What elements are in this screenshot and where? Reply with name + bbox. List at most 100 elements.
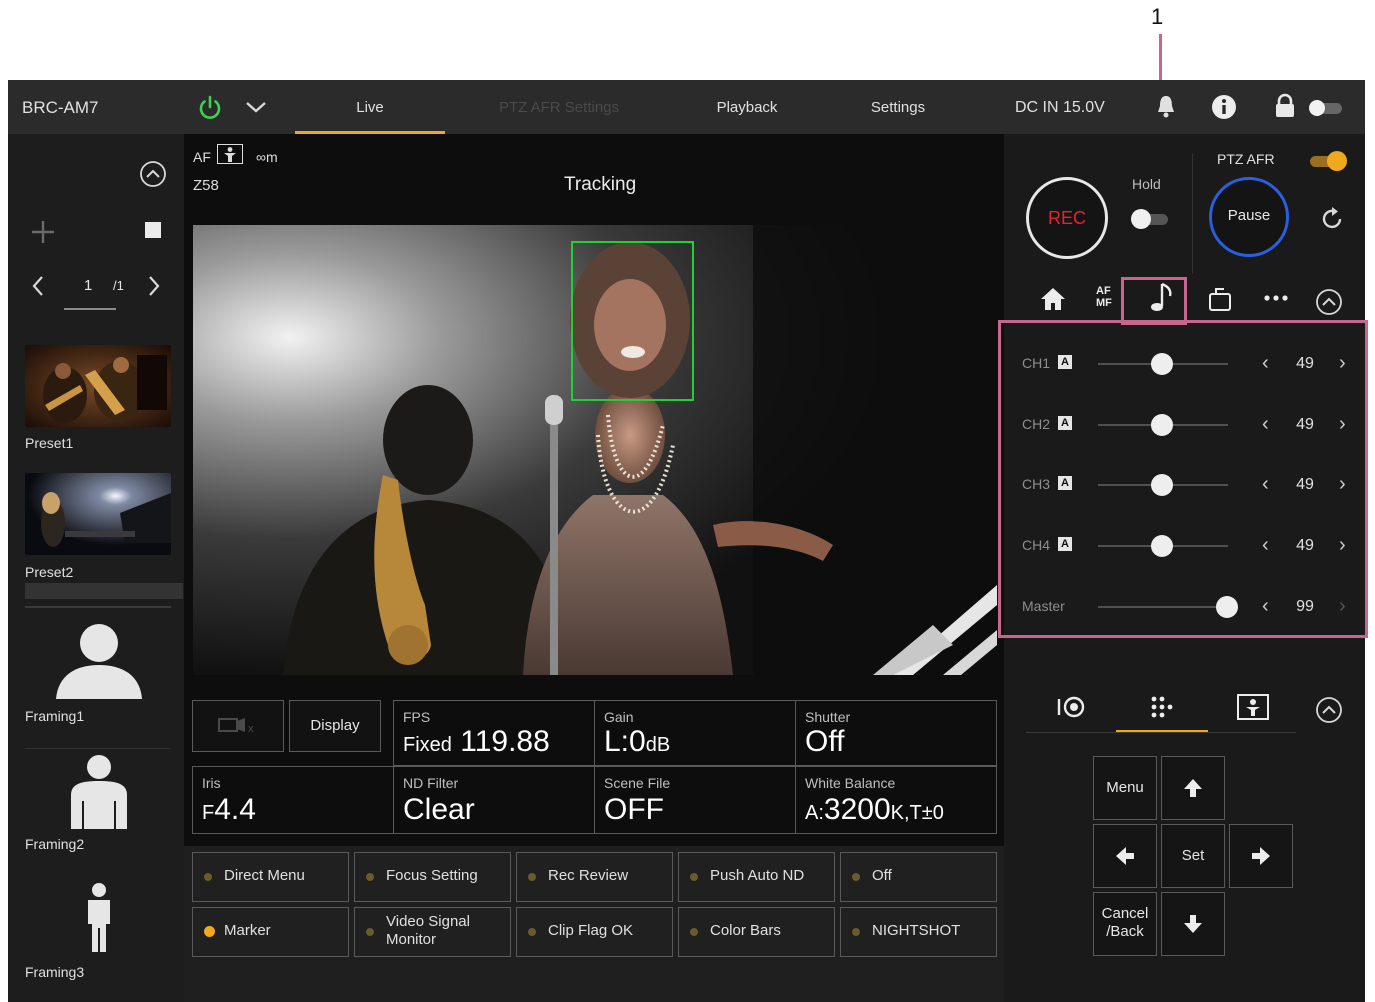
right-button[interactable] [1229,824,1293,888]
bell-icon[interactable] [1155,94,1177,120]
iris-cell[interactable]: Iris F4.4 [192,766,394,834]
lock-toggle-switch[interactable] [1306,97,1346,119]
camera-image[interactable] [193,225,997,675]
ch4-increment-icon[interactable]: › [1339,534,1346,557]
pause-button[interactable]: Pause [1209,177,1289,257]
marker-button[interactable]: Marker [192,907,349,957]
info-icon[interactable] [1210,93,1238,121]
af-mf-icon[interactable]: AF MF [1096,285,1118,309]
zoom-position: Z58 [193,177,219,194]
fps-cell[interactable]: FPS Fixed 119.88 [393,700,595,766]
set-button[interactable]: Set [1161,824,1225,888]
push-auto-nd-button[interactable]: Push Auto ND [678,852,835,902]
framing3-icon[interactable] [85,882,113,952]
ch4-slider-handle[interactable] [1150,535,1173,557]
audio-tab-active[interactable] [1128,278,1194,324]
focus-setting-button[interactable]: Focus Setting [354,852,511,902]
menu-button[interactable]: Menu [1093,756,1157,820]
framing3-label: Framing3 [25,964,85,980]
framing2-icon[interactable] [69,753,129,829]
camera-model: BRC-AM7 [22,98,99,117]
ch2-increment-icon[interactable]: › [1339,413,1346,436]
rec-panel-divider [1192,154,1193,274]
more-icon[interactable] [1263,294,1289,302]
nd-filter-cell[interactable]: ND Filter Clear [393,766,595,834]
ch1-label: CH1 [1022,355,1051,371]
framing1-icon[interactable] [54,623,144,701]
direct-menu-button[interactable]: Direct Menu [192,852,349,902]
indicator-dot [528,928,536,936]
preset1-label: Preset1 [25,435,74,451]
iris-value: F4.4 [202,793,256,826]
white-balance-cell[interactable]: White Balance A:3200K,T±0 [795,766,997,834]
color-bars-button[interactable]: Color Bars [678,907,835,957]
tab-live[interactable]: Live [295,80,445,134]
indicator-dot [690,873,698,881]
ch3-slider-handle[interactable] [1150,474,1173,496]
ptz-afr-toggle-switch[interactable] [1304,148,1352,174]
down-button[interactable] [1161,892,1225,956]
collapse-icon[interactable] [1315,288,1343,316]
display-button[interactable]: Display [289,700,381,752]
page-next-icon[interactable] [146,274,162,298]
ch1-slider-handle[interactable] [1150,353,1173,375]
ch1-increment-icon[interactable]: › [1339,352,1346,375]
ch3-increment-icon[interactable]: › [1339,473,1346,496]
shutter-cell[interactable]: Shutter Off [795,700,997,766]
off-button[interactable]: Off [840,852,997,902]
lock-icon[interactable] [1274,93,1296,119]
video-signal-monitor-button[interactable]: Video Signal Monitor [354,907,511,957]
ch1-row: CH1 A ‹ 49 › [1004,334,1365,394]
framing2-label: Framing2 [25,836,85,852]
gain-cell[interactable]: Gain L:0dB [594,700,796,766]
stop-icon[interactable] [145,222,161,238]
ch4-decrement-icon[interactable]: ‹ [1262,534,1269,557]
ch1-value: 49 [1296,355,1314,372]
auto-level-icon: A [1058,476,1072,490]
chevron-down-icon[interactable] [244,98,268,116]
collapse-icon[interactable] [139,160,167,188]
fx-button[interactable]: x [192,700,284,752]
ch1-decrement-icon[interactable]: ‹ [1262,352,1269,375]
clip-flag-ok-button[interactable]: Clip Flag OK [516,907,673,957]
home-icon[interactable] [1040,286,1066,312]
shutter-value: Off [805,725,845,758]
ch4-row: CH4 A ‹ 49 › [1004,516,1365,576]
collapse-icon[interactable] [1315,696,1343,724]
up-button[interactable] [1161,756,1225,820]
auto-level-icon: A [1058,537,1072,551]
ch3-decrement-icon[interactable]: ‹ [1262,473,1269,496]
auto-level-icon: A [1058,355,1072,369]
ptz-tab-icon[interactable] [1056,694,1088,720]
ch3-row: CH3 A ‹ 49 › [1004,455,1365,515]
left-button[interactable] [1093,824,1157,888]
master-decrement-icon[interactable]: ‹ [1262,595,1269,618]
scene-file-cell[interactable]: Scene File OFF [594,766,796,834]
power-icon[interactable] [196,94,224,122]
tab-playback[interactable]: Playback [672,80,822,134]
preset1-thumbnail[interactable] [25,345,171,427]
nightshot-button[interactable]: NIGHTSHOT [840,907,997,957]
master-slider-track[interactable] [1098,606,1228,608]
set-label: Set [1181,847,1205,864]
hold-toggle-switch[interactable] [1126,206,1174,232]
media-icon[interactable] [1207,286,1233,312]
cancel-back-button[interactable]: Cancel /Back [1093,892,1157,956]
ch2-decrement-icon[interactable]: ‹ [1262,413,1269,436]
grid-tab-icon[interactable] [1150,695,1174,719]
control-divider [1026,732,1296,733]
rec-review-button[interactable]: Rec Review [516,852,673,902]
tracking-frame [571,241,694,401]
preset2-thumbnail[interactable] [25,473,171,555]
rec-button[interactable]: REC [1026,177,1108,259]
refresh-icon[interactable] [1319,206,1345,232]
ch2-value: 49 [1296,416,1314,433]
add-preset-icon[interactable] [30,219,56,245]
framing-tab-icon[interactable] [1237,694,1269,720]
ch2-slider-handle[interactable] [1150,414,1173,436]
iris-label: Iris [202,775,221,791]
tab-settings[interactable]: Settings [823,80,973,134]
master-slider-handle[interactable] [1215,596,1238,618]
pause-label: Pause [1227,207,1271,224]
page-prev-icon[interactable] [30,274,46,298]
